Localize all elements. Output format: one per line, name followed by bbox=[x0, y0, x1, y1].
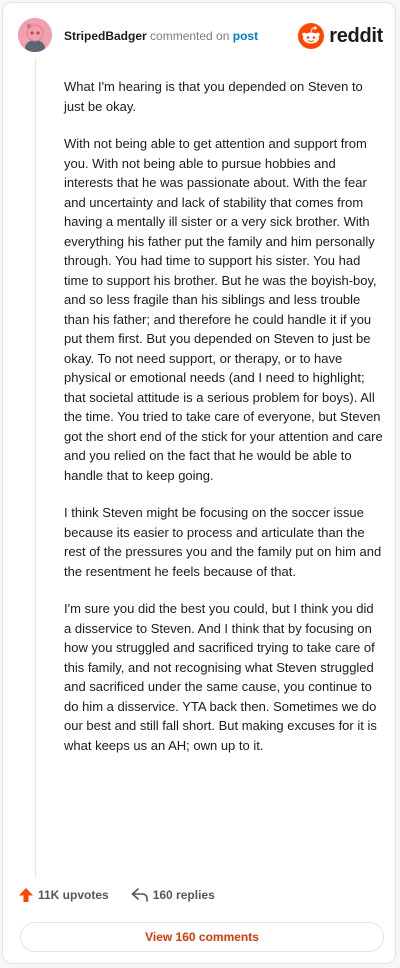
comment-paragraph: I'm sure you did the best you could, but… bbox=[64, 601, 377, 753]
comment-body: What I'm hearing is that you depended on… bbox=[64, 77, 384, 773]
reply-count: 160 replies bbox=[152, 888, 215, 902]
reply-arrow-icon bbox=[131, 888, 148, 902]
post-link[interactable]: post bbox=[233, 29, 258, 43]
thread-line[interactable] bbox=[35, 59, 36, 877]
comment-card: StripedBadger commented on post reddit W… bbox=[2, 2, 396, 964]
comment-header: StripedBadger commented on post bbox=[64, 29, 258, 43]
comment-paragraph: I think Steven might be focusing on the … bbox=[64, 505, 382, 579]
comment-paragraph: With not being able to get attention and… bbox=[64, 136, 383, 483]
reddit-wordmark: reddit bbox=[329, 24, 383, 47]
view-comments-button[interactable]: View 160 comments bbox=[20, 922, 384, 952]
comment-actions: 11K upvotes 160 replies bbox=[18, 887, 215, 903]
avatar[interactable] bbox=[18, 18, 52, 52]
commented-on-text: commented on bbox=[150, 29, 230, 43]
reddit-logo[interactable]: reddit bbox=[298, 23, 383, 49]
view-comments-label: View 160 comments bbox=[145, 930, 259, 944]
reddit-snoo-icon bbox=[298, 23, 325, 49]
username-link[interactable]: StripedBadger bbox=[64, 29, 147, 43]
comment-paragraph: What I'm hearing is that you depended on… bbox=[64, 79, 363, 114]
upvote-button[interactable]: 11K upvotes bbox=[18, 887, 109, 903]
snoo-avatar-icon bbox=[18, 18, 52, 52]
replies-button[interactable]: 160 replies bbox=[131, 888, 215, 902]
upvote-arrow-icon bbox=[19, 888, 33, 902]
upvote-count: 11K upvotes bbox=[38, 888, 109, 902]
